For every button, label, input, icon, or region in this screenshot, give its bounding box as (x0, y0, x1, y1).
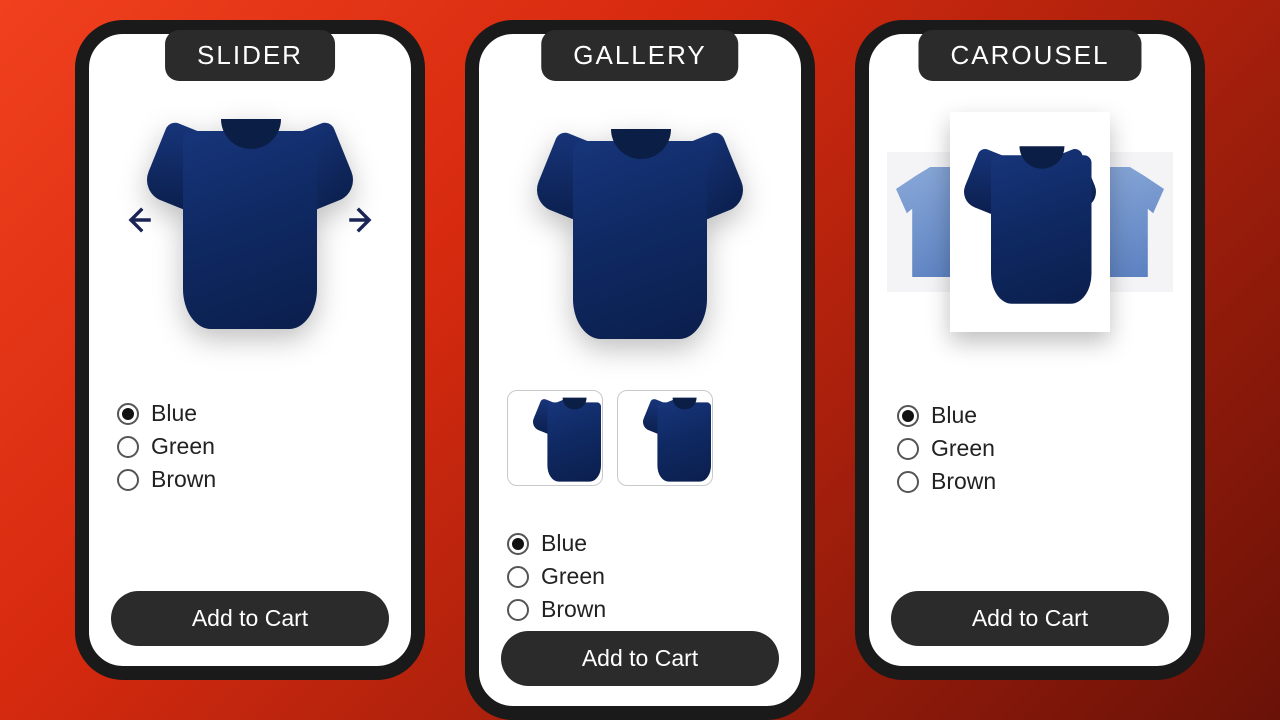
color-option-brown[interactable]: Brown (117, 466, 247, 493)
arrow-right-icon[interactable] (345, 203, 379, 237)
color-options: Blue Green Brown (117, 400, 383, 493)
thumbnail-row (501, 390, 779, 486)
slider-panel: SLIDER Blue Green Brown Add to Cart (75, 20, 425, 680)
radio-icon (507, 533, 529, 555)
color-option-green[interactable]: Green (117, 433, 247, 460)
carousel-current-card[interactable] (950, 112, 1110, 332)
panel-label: CAROUSEL (918, 30, 1141, 81)
color-option-blue[interactable]: Blue (117, 400, 247, 427)
product-main-image (501, 80, 779, 380)
color-option-brown[interactable]: Brown (897, 468, 1027, 495)
gallery-panel: GALLERY Blue Green Brown Add to Cart (465, 20, 815, 720)
radio-icon (117, 436, 139, 458)
radio-icon (897, 438, 919, 460)
radio-icon (507, 566, 529, 588)
radio-icon (897, 405, 919, 427)
carousel-panel: CAROUSEL Blue Green Brown Add to Cart (855, 20, 1205, 680)
product-image (970, 136, 1090, 309)
thumbnail[interactable] (507, 390, 603, 486)
color-option-green[interactable]: Green (897, 435, 1027, 462)
radio-icon (117, 469, 139, 491)
color-options: Blue Green Brown (507, 530, 773, 623)
panel-label: SLIDER (165, 30, 335, 81)
color-option-blue[interactable]: Blue (897, 402, 1027, 429)
color-option-green[interactable]: Green (507, 563, 637, 590)
color-option-blue[interactable]: Blue (507, 530, 637, 557)
radio-icon (117, 403, 139, 425)
add-to-cart-button[interactable]: Add to Cart (501, 631, 779, 686)
product-image (155, 105, 345, 335)
radio-icon (897, 471, 919, 493)
product-image (545, 115, 735, 345)
radio-icon (507, 599, 529, 621)
add-to-cart-button[interactable]: Add to Cart (891, 591, 1169, 646)
color-options: Blue Green Brown (897, 402, 1163, 495)
color-option-brown[interactable]: Brown (507, 596, 637, 623)
thumbnail[interactable] (617, 390, 713, 486)
product-slider (111, 80, 389, 360)
add-to-cart-button[interactable]: Add to Cart (111, 591, 389, 646)
panel-label: GALLERY (541, 30, 738, 81)
arrow-left-icon[interactable] (121, 203, 155, 237)
product-carousel[interactable] (891, 82, 1169, 362)
